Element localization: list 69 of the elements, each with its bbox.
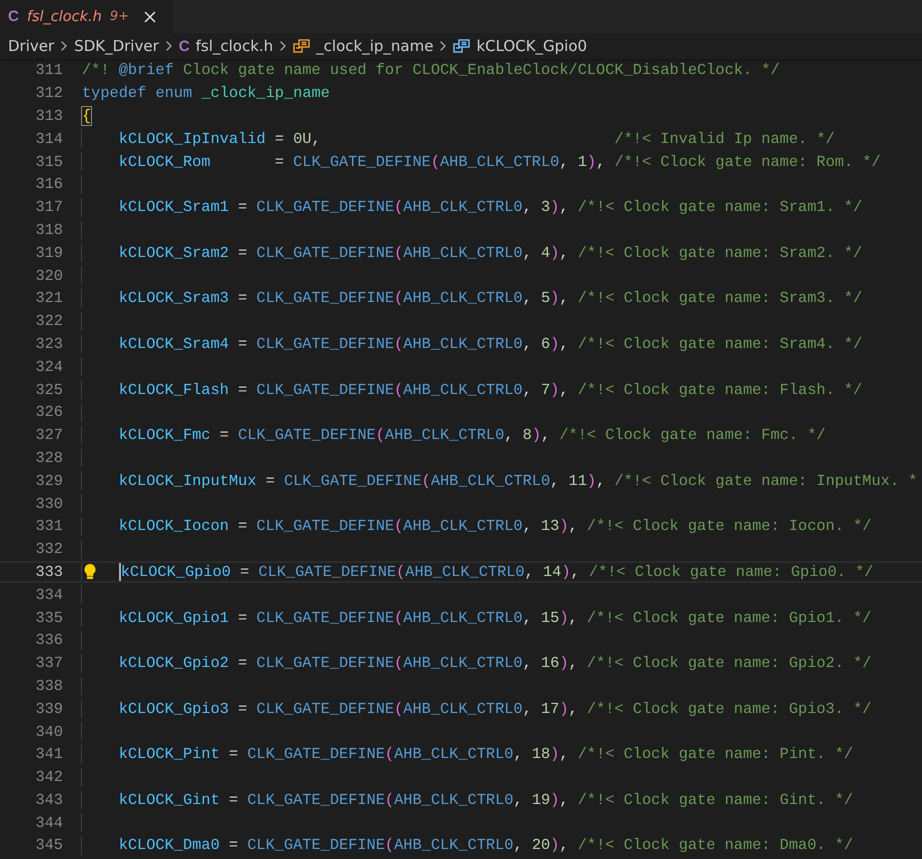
line-number: 333 [34,562,63,581]
breadcrumb-item[interactable]: fsl_clock.h [196,37,274,55]
code-line: kCLOCK_InputMux = CLK_GATE_DEFINE(AHB_CLK_CTRL0, 11), /*!< Clock gate name: InputMux. * [118,472,918,490]
breadcrumb-item[interactable]: kCLOCK_Gpio0 [476,37,588,55]
code-line: kCLOCK_Gpio2 = CLK_GATE_DEFINE(AHB_CLK_CTRL0, 16), /*!< Clock gate name: Gpio2. */ [118,654,872,672]
line-number: 325 [34,380,63,399]
breadcrumb-item[interactable]: SDK_Driver [74,37,159,55]
code-line: kCLOCK_IpInvalid = 0U, /*!< Invalid Ip name. */ [118,130,835,148]
line-number: 338 [34,676,63,695]
code-line: kCLOCK_Gpio3 = CLK_GATE_DEFINE(AHB_CLK_CTRL0, 17), /*!< Clock gate name: Gpio3. */ [118,700,872,718]
line-number: 315 [34,152,63,171]
line-number: 336 [34,631,63,650]
line-number: 340 [34,722,63,740]
line-number: 344 [34,814,63,832]
line-number: 316 [34,175,63,194]
line-number: 328 [34,448,63,467]
line-number: 324 [34,358,63,376]
code-line: kCLOCK_Fmc = CLK_GATE_DEFINE(AHB_CLK_CTRL0, 8), /*!< Clock gate name: Fmc. */ [118,426,826,444]
code-line: kCLOCK_Gpio1 = CLK_GATE_DEFINE(AHB_CLK_CTRL0, 15), /*!< Clock gate name: Gpio1. */ [118,608,872,627]
line-number: 313 [34,106,63,125]
line-number: 332 [34,540,63,558]
code-line: kCLOCK_Sram4 = CLK_GATE_DEFINE(AHB_CLK_CTRL0, 6), /*!< Clock gate name: Sram4. */ [118,334,862,353]
editor-tab[interactable]: C fsl_clock.h 9+ [0,0,173,33]
line-number: 311 [34,61,63,80]
code-line: kCLOCK_Dma0 = CLK_GATE_DEFINE(AHB_CLK_CTRL0, 20), /*!< Clock gate name: Dma0. */ [118,836,854,854]
problem-count: 9+ [110,9,129,24]
breadcrumb-item[interactable]: _clock_ip_name [316,37,434,55]
code-line: { [82,106,92,125]
line-number: 334 [34,586,63,604]
line-number: 326 [34,403,63,422]
line-number: 322 [34,312,63,330]
line-number: 319 [34,244,63,262]
line-number: 320 [34,266,63,285]
line-number: 318 [34,220,63,239]
code-line: kCLOCK_Pint = CLK_GATE_DEFINE(AHB_CLK_CTRL0, 18), /*!< Clock gate name: Pint. */ [118,745,854,764]
line-number: 314 [34,130,63,148]
code-line: kCLOCK_Gint = CLK_GATE_DEFINE(AHB_CLK_CTRL0, 19), /*!< Clock gate name: Gint. */ [118,790,854,809]
c-file-icon: C [178,38,190,54]
code-line: /*! @brief Clock gate name used for CLOCK_EnableClock/CLOCK_DisableClock. */ [82,61,780,80]
line-number: 339 [34,700,63,718]
line-number: 342 [34,768,63,786]
line-number: 329 [34,472,63,490]
line-number: 321 [34,289,63,308]
code-line: kCLOCK_Iocon = CLK_GATE_DEFINE(AHB_CLK_CTRL0, 13), /*!< Clock gate name: Iocon. */ [118,517,872,536]
line-number: 327 [34,426,63,444]
line-number: 312 [34,84,63,102]
code-line: kCLOCK_Gpio0 = CLK_GATE_DEFINE(AHB_CLK_CTRL0, 14), /*!< Clock gate name: Gpio0. */ [120,562,874,581]
lightbulb-icon[interactable] [83,563,97,580]
enum-member-icon [453,39,470,53]
line-number: 345 [34,836,63,854]
code-line: kCLOCK_Sram1 = CLK_GATE_DEFINE(AHB_CLK_CTRL0, 3), /*!< Clock gate name: Sram1. */ [118,198,862,216]
code-line: kCLOCK_Rom = CLK_GATE_DEFINE(AHB_CLK_CTRL0, 1), /*!< Clock gate name: Rom. */ [118,152,881,171]
code-line: kCLOCK_Sram2 = CLK_GATE_DEFINE(AHB_CLK_CTRL0, 4), /*!< Clock gate name: Sram2. */ [118,244,862,262]
code-line: kCLOCK_Flash = CLK_GATE_DEFINE(AHB_CLK_CTRL0, 7), /*!< Clock gate name: Flash. */ [118,380,862,399]
line-number: 330 [34,494,63,513]
line-number: 331 [34,517,63,536]
breadcrumb-item[interactable]: Driver [8,37,54,55]
line-number: 317 [34,198,63,216]
code-line: typedef enum _clock_ip_name [82,84,330,102]
line-number: 343 [34,790,63,809]
enum-icon [293,39,310,53]
line-number: 323 [34,334,63,353]
code-line: kCLOCK_Sram3 = CLK_GATE_DEFINE(AHB_CLK_CTRL0, 5), /*!< Clock gate name: Sram3. */ [118,289,862,308]
line-number: 341 [34,745,63,764]
line-number: 335 [34,608,63,627]
text-cursor [118,562,121,581]
tab-label: fsl_clock.h [26,8,102,24]
c-file-icon: C [8,8,19,25]
line-number: 337 [34,654,63,672]
